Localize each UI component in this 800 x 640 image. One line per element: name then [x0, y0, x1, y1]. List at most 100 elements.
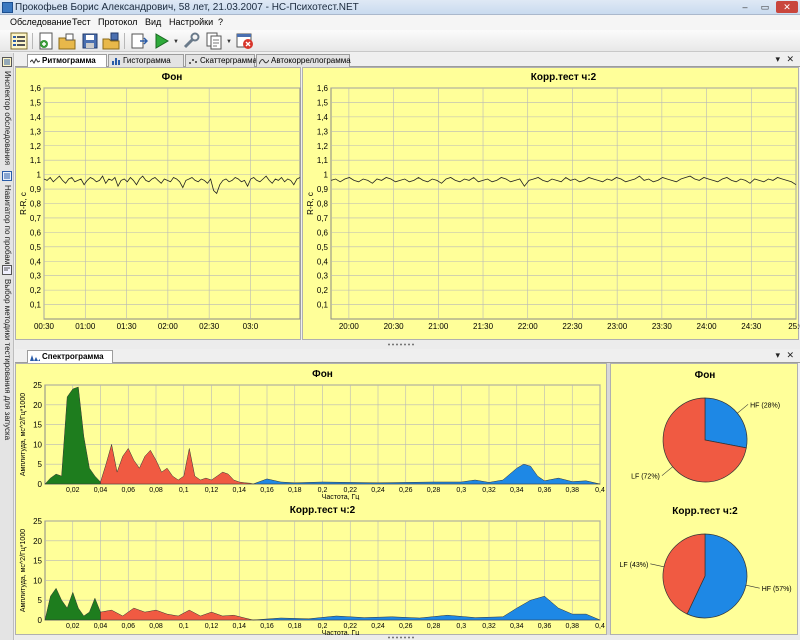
save-as-icon[interactable] — [102, 32, 120, 50]
minimize-button[interactable]: – — [736, 1, 754, 13]
spectrogram-tab-icon — [30, 355, 40, 361]
left-tab-inspector-label: Инспектор обследования — [3, 71, 12, 166]
menu-settings[interactable]: Настройки — [169, 17, 213, 27]
top-pane-close-button[interactable]: ✕ — [786, 54, 794, 65]
y-tick-label: 0,3 — [30, 272, 42, 281]
toolbar-separator — [32, 33, 33, 49]
menu-protocol[interactable]: Протокол — [98, 17, 137, 27]
top-pane-menu-button[interactable]: ▾ — [775, 54, 780, 65]
menu-bar: Обследование Тест Протокол Вид Настройки… — [0, 15, 800, 30]
top-pane-tabbar: Ритмограмма Гистограмма Скаттерграмма Ав… — [15, 53, 800, 68]
open-exam-icon[interactable] — [58, 32, 76, 50]
y-tick-label: 0,1 — [30, 301, 42, 310]
y-tick-label: 0,4 — [30, 257, 42, 266]
menu-test[interactable]: Тест — [72, 17, 91, 27]
x-tick-label: 23:30 — [652, 322, 673, 331]
y-tick-label: 10 — [33, 576, 42, 585]
play-icon[interactable] — [152, 32, 170, 50]
tab-scattergram[interactable]: Скаттерграмма — [185, 54, 258, 67]
y-tick-label: 1,3 — [30, 127, 42, 136]
report-dropdown-icon[interactable]: ▼ — [226, 39, 232, 45]
play-dropdown-icon[interactable]: ▼ — [173, 39, 179, 45]
pie-panel: Фон HF (28%) LF (72%) Корр.тест ч:2 HF (57%… — [610, 363, 798, 635]
x-tick-label: 0,12 — [205, 487, 219, 494]
x-tick-label: 20:00 — [339, 322, 360, 331]
y-axis-label: R-R, с — [306, 192, 315, 215]
save-exam-icon[interactable] — [81, 32, 99, 50]
spectrum-band-vlf — [44, 386, 101, 485]
spectrum-chart-background: Фон 0 5 10 15 20 25 0,02 0,04 0,06 0,08 0,1 0,12 0,14… — [20, 369, 605, 500]
x-tick-label: 0,3 — [456, 487, 466, 494]
pie-label-leader — [661, 466, 673, 476]
tab-scattergram-label: Скаттерграмма — [200, 56, 258, 65]
y-tick-label: 1,2 — [30, 142, 42, 151]
x-tick-label: 01:00 — [75, 322, 96, 331]
window-title-bar[interactable]: Прокофьев Борис Александрович, 58 лет, 2… — [0, 0, 800, 15]
y-tick-label: 1,5 — [30, 98, 42, 107]
y-tick-label: 0,2 — [317, 286, 329, 295]
settings-wrench-icon[interactable] — [182, 32, 200, 50]
close-exam-icon[interactable] — [236, 32, 254, 50]
pie-slice-label: LF (72%) — [631, 474, 660, 481]
tab-rhythmogram[interactable]: Ритмограмма — [27, 54, 107, 68]
y-tick-label: 5 — [38, 460, 43, 469]
y-tick-label: 0,2 — [30, 286, 42, 295]
tab-spectrogram-label: Спектрограмма — [42, 352, 104, 361]
tab-autocorrelogram[interactable]: Автокорреллограмма — [256, 54, 351, 67]
x-tick-label: 0,32 — [482, 487, 496, 494]
close-window-button[interactable]: ✕ — [776, 1, 798, 13]
x-tick-label: 0,26 — [399, 487, 413, 494]
spectrum-band-vlf — [44, 587, 101, 621]
left-tab-inspector[interactable]: Инспектор обследования — [1, 55, 13, 167]
tab-autocorrelogram-label: Автокорреллограмма — [271, 56, 351, 65]
x-tick-label: 22:00 — [518, 322, 539, 331]
run-test-icon[interactable] — [130, 32, 148, 50]
menu-view[interactable]: Вид — [145, 17, 161, 27]
x-tick-label: 0,4 — [595, 487, 605, 494]
x-tick-label: 0,32 — [482, 623, 496, 630]
left-tab-method[interactable]: Выбор методики тестирования для запуска — [1, 263, 13, 463]
report-icon[interactable] — [205, 32, 223, 50]
x-tick-label: 0,38 — [565, 623, 579, 630]
y-tick-label: 1,2 — [317, 142, 329, 151]
tab-histogram-label: Гистограмма — [123, 56, 171, 65]
x-tick-label: 0,26 — [399, 623, 413, 630]
y-tick-label: 1 — [324, 171, 329, 180]
spectrum-band-hf — [253, 463, 601, 485]
x-tick-label: 0,3 — [456, 623, 466, 630]
new-exam-icon[interactable] — [37, 32, 55, 50]
y-tick-label: 15 — [33, 557, 42, 566]
maximize-button[interactable]: ▭ — [756, 1, 774, 13]
y-tick-label: 0 — [38, 616, 43, 625]
x-tick-label: 02:00 — [158, 322, 179, 331]
bottom-splitter[interactable] — [15, 635, 800, 640]
left-tab-navigator[interactable]: Навигатор по пробам — [1, 169, 13, 264]
tab-spectrogram[interactable]: Спектрограмма — [27, 350, 113, 364]
bottom-pane-menu-button[interactable]: ▾ — [775, 350, 780, 361]
y-tick-label: 1,3 — [317, 127, 329, 136]
y-tick-label: 20 — [33, 401, 42, 410]
tab-histogram[interactable]: Гистограмма — [108, 54, 184, 67]
pie-label-leader — [745, 584, 760, 589]
x-tick-label: 0,1 — [179, 623, 189, 630]
y-tick-label: 0 — [38, 480, 43, 489]
x-tick-label: 21:30 — [473, 322, 494, 331]
x-tick-label: 23:00 — [607, 322, 628, 331]
pie-slice-label: HF (28%) — [750, 402, 780, 409]
pie-label-leader — [737, 404, 749, 414]
patient-list-icon[interactable] — [10, 32, 28, 50]
y-tick-label: 0,1 — [317, 301, 329, 310]
x-tick-label: 0,04 — [94, 623, 108, 630]
navigator-icon — [2, 171, 12, 181]
x-tick-label: 0,34 — [510, 623, 524, 630]
x-tick-label: 20:30 — [384, 322, 405, 331]
menu-help[interactable]: ? — [218, 17, 223, 27]
spectrogram-panel: Фон 0 5 10 15 20 25 0,02 0,04 0,06 0,08 0,1 0,12 0,14… — [15, 363, 607, 636]
rr-series-line — [330, 175, 797, 187]
x-tick-label: 0,38 — [565, 487, 579, 494]
menu-examination[interactable]: Обследование — [10, 17, 72, 27]
horizontal-splitter[interactable] — [15, 340, 800, 349]
bottom-pane-close-button[interactable]: ✕ — [786, 350, 794, 361]
y-tick-label: 1,6 — [317, 84, 329, 93]
rhythmogram-chart-correction: Корр.тест ч:2 0,1 0,2 0,3 0,4 0,5 0,6 0,7 0,8 0,9… — [306, 72, 800, 331]
